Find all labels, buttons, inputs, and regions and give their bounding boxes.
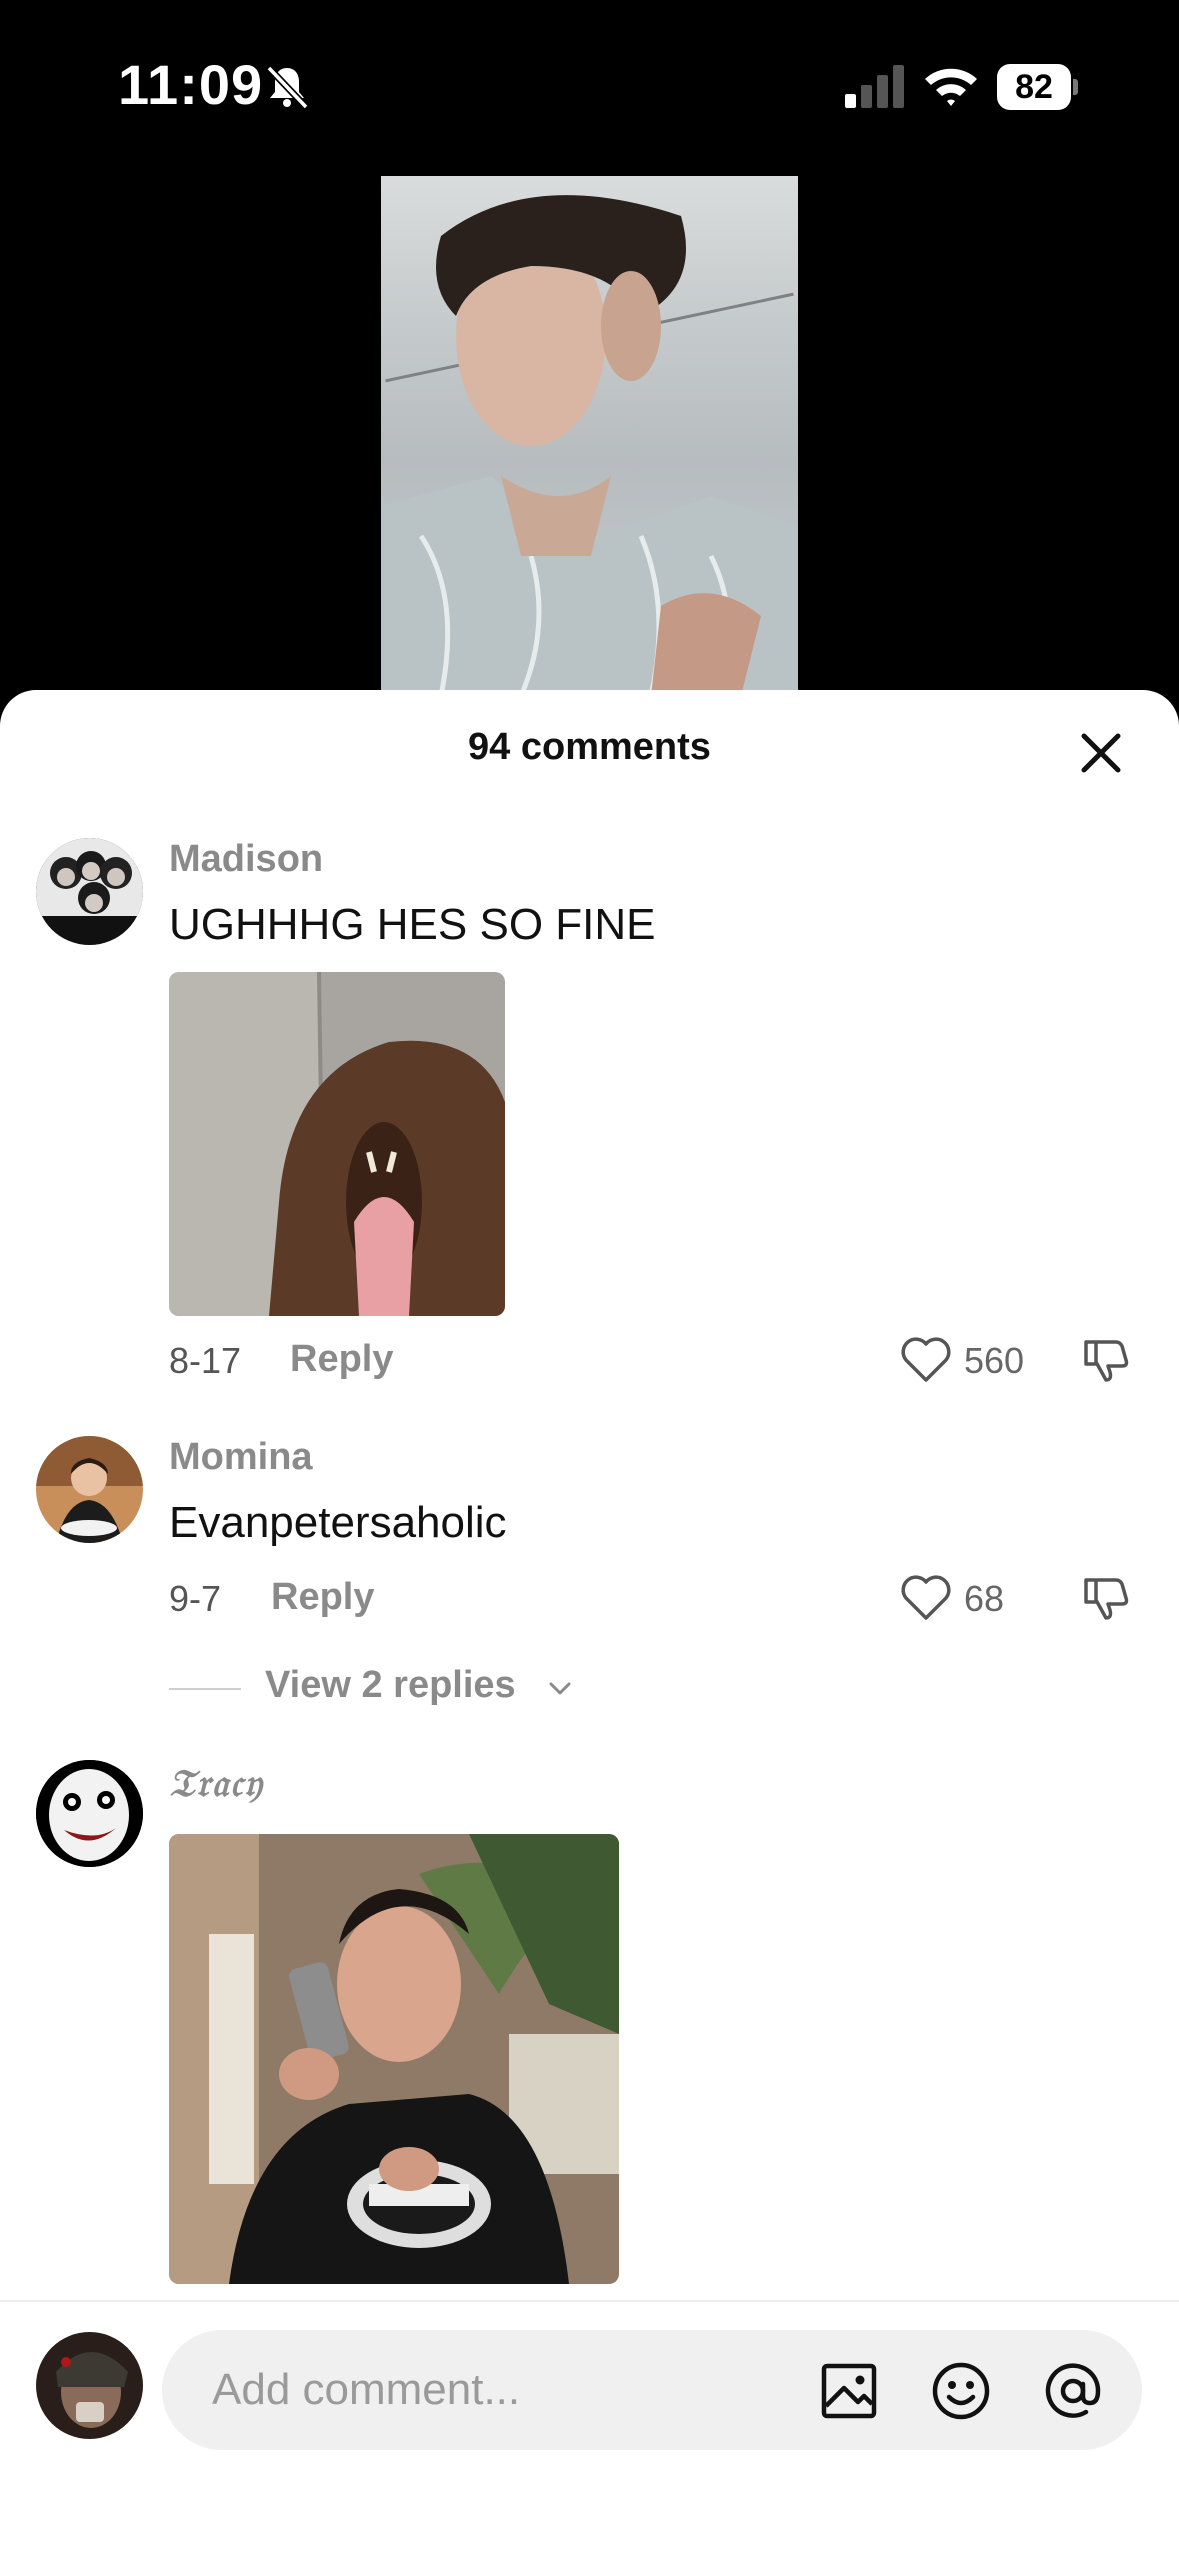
comment-username[interactable]: Madison (169, 838, 323, 881)
portrait-illustration (381, 195, 798, 696)
thumbs-down-icon[interactable] (1080, 1334, 1132, 1386)
view-replies-label: View 2 replies (265, 1664, 516, 1706)
close-icon[interactable] (1074, 726, 1128, 780)
like-count: 68 (964, 1578, 1005, 1619)
avatar-image (36, 1436, 143, 1543)
at-sign-icon[interactable] (1042, 2360, 1104, 2422)
comment-image[interactable] (169, 972, 505, 1316)
avatar-image (36, 838, 143, 945)
avatar-image (36, 2332, 143, 2439)
avatar[interactable] (36, 1760, 143, 1867)
heart-outline-icon[interactable] (900, 1574, 952, 1622)
comments-count-title: 94 comments (468, 726, 711, 768)
comments-sheet: 94 comments Madison UGHHHG HES SO FINE 8… (0, 690, 1179, 2556)
wifi-icon (925, 68, 977, 106)
heart-outline-icon[interactable] (900, 1336, 952, 1384)
current-user-avatar[interactable] (36, 2332, 143, 2439)
view-replies-button[interactable]: View 2 replies (169, 1664, 619, 1714)
comment-username[interactable]: 𝔗𝔯𝔞𝔠𝔶 (169, 1760, 264, 1806)
emoji-icon[interactable] (930, 2360, 992, 2422)
dog-photo (169, 972, 505, 1316)
comment-input[interactable] (212, 2358, 712, 2422)
man-with-phone-photo (169, 1834, 619, 2284)
video-thumbnail[interactable] (381, 176, 798, 696)
chevron-down-icon (549, 1682, 571, 1695)
bell-slash-icon (266, 65, 309, 110)
comment-date: 9-7 (169, 1578, 222, 1619)
battery-level: 82 (997, 64, 1071, 110)
comment-text: UGHHHG HES SO FINE (169, 900, 656, 949)
clock: 11:09 (118, 53, 264, 116)
reply-button[interactable]: Reply (271, 1576, 374, 1619)
comment-field[interactable] (162, 2330, 1142, 2450)
comment-text: Evanpetersaholic (169, 1498, 507, 1547)
comment-date: 8-17 (169, 1340, 242, 1381)
comment-input-bar (0, 2300, 1179, 2556)
comment-image[interactable] (169, 1834, 619, 2284)
avatar[interactable] (36, 1436, 143, 1543)
avatar[interactable] (36, 838, 143, 945)
cellular-signal-icon (845, 65, 904, 108)
replies-divider (169, 1688, 241, 1690)
thumbs-down-icon[interactable] (1080, 1572, 1132, 1624)
reply-button[interactable]: Reply (290, 1338, 393, 1381)
avatar-image (36, 1760, 143, 1867)
image-icon[interactable] (818, 2360, 880, 2422)
battery-indicator: 82 (997, 64, 1078, 110)
like-count: 560 (964, 1340, 1025, 1381)
comment-username[interactable]: Momina (169, 1436, 313, 1479)
status-bar: 11:09 82 (0, 0, 1179, 170)
battery-cap (1073, 79, 1078, 95)
